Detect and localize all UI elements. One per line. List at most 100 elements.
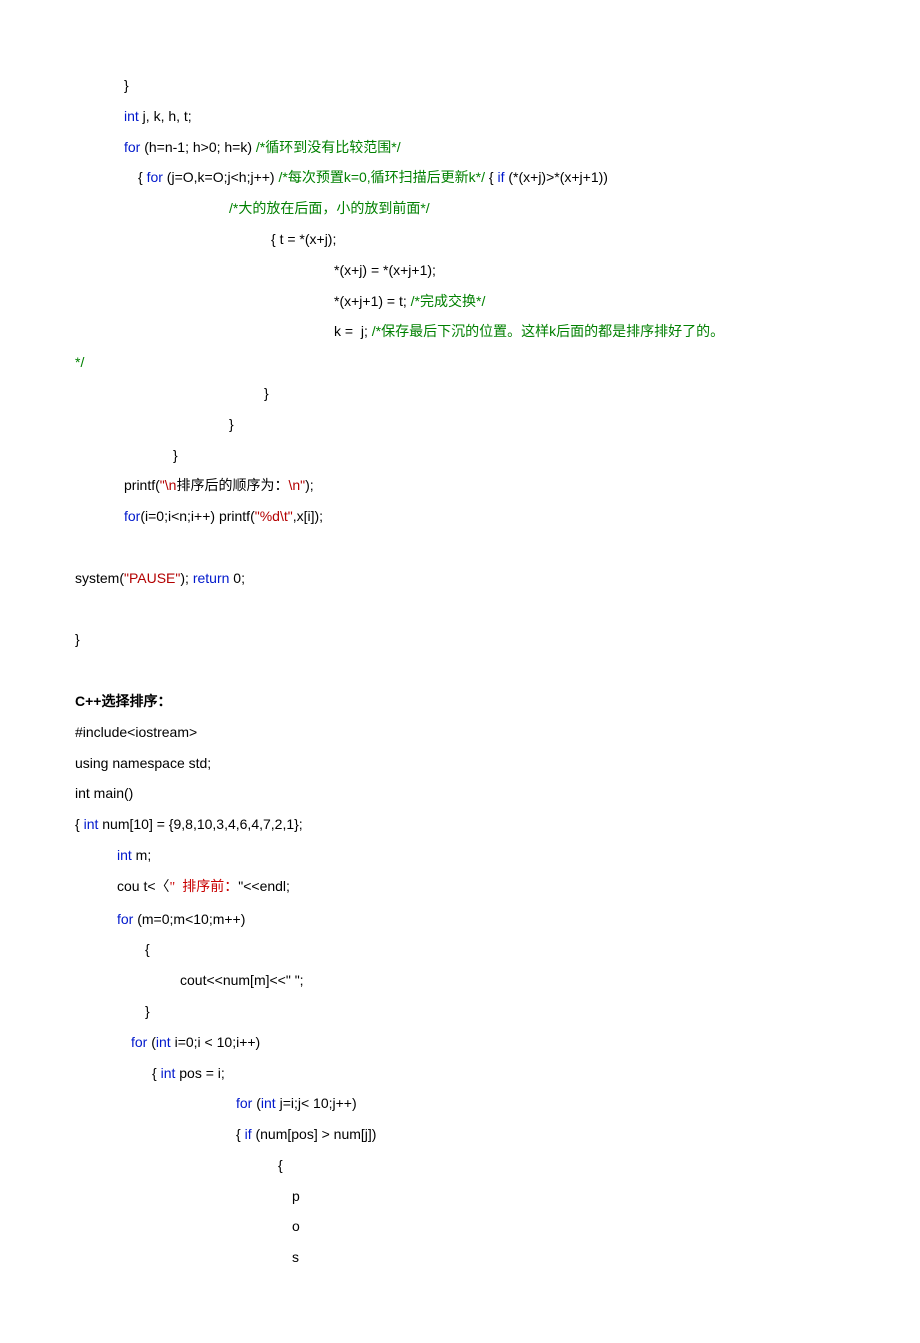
code-token: int bbox=[117, 847, 132, 863]
code-token: p bbox=[292, 1188, 300, 1204]
code-token: for bbox=[131, 1034, 147, 1050]
code-token: { bbox=[236, 1126, 245, 1142]
code-token: { bbox=[278, 1157, 283, 1173]
code-token: "\n bbox=[160, 477, 177, 493]
code-token: 排序后的顺序为： bbox=[176, 477, 288, 493]
code-token: cou t<〈 bbox=[117, 878, 170, 894]
code-token: } bbox=[173, 447, 178, 463]
code-token: #include<iostream> bbox=[75, 724, 197, 740]
code-token: using namespace std; bbox=[75, 755, 211, 771]
code-token: C++选择排序： bbox=[75, 693, 171, 709]
code-token: \n" bbox=[288, 477, 305, 493]
code-line-29: cout<<num[m]<<" "; bbox=[75, 965, 850, 996]
code-line-2: for (h=n-1; h>0; h=k) /*循环到没有比较范围*/ bbox=[75, 132, 850, 163]
code-token: "PAUSE" bbox=[124, 570, 180, 586]
code-token: */ bbox=[75, 354, 84, 370]
code-token: for bbox=[147, 169, 163, 185]
code-token: k = j; bbox=[334, 323, 372, 339]
code-line-23: int main() bbox=[75, 778, 850, 809]
code-token: 0; bbox=[229, 570, 245, 586]
code-token bbox=[75, 662, 79, 678]
code-token: } bbox=[229, 416, 234, 432]
code-token: "%d\t" bbox=[255, 508, 293, 524]
code-token: ); bbox=[180, 570, 192, 586]
code-token: } bbox=[75, 631, 80, 647]
code-token: "<<endl; bbox=[238, 878, 290, 894]
code-line-1: int j, k, h, t; bbox=[75, 101, 850, 132]
code-line-22: using namespace std; bbox=[75, 748, 850, 779]
code-line-31: for (int i=0;i < 10;i++) bbox=[75, 1027, 850, 1058]
code-token: num[10] = {9,8,10,3,4,6,4,7,2,1}; bbox=[98, 816, 302, 832]
code-token: ,x[i]); bbox=[293, 508, 323, 524]
code-line-0: } bbox=[75, 70, 850, 101]
code-line-30: } bbox=[75, 996, 850, 1027]
code-line-21: #include<iostream> bbox=[75, 717, 850, 748]
code-line-25: int m; bbox=[75, 840, 850, 871]
code-token: } bbox=[264, 385, 269, 401]
code-token: int bbox=[124, 108, 139, 124]
code-line-24: { int num[10] = {9,8,10,3,4,6,4,7,2,1}; bbox=[75, 809, 850, 840]
code-line-38: s bbox=[75, 1242, 850, 1273]
code-line-16: system("PAUSE"); return 0; bbox=[75, 563, 850, 594]
code-token: for bbox=[236, 1095, 252, 1111]
code-line-6: *(x+j) = *(x+j+1); bbox=[75, 255, 850, 286]
code-line-4: /*大的放在后面，小的放到前面*/ bbox=[75, 193, 850, 224]
code-token: *(x+j) = *(x+j+1); bbox=[334, 262, 436, 278]
code-token: (num[pos] > num[j]) bbox=[252, 1126, 377, 1142]
code-token: i=0;i < 10;i++) bbox=[171, 1034, 261, 1050]
code-token: j=i;j< 10;j++) bbox=[276, 1095, 357, 1111]
code-token: { t = *(x+j); bbox=[271, 231, 336, 247]
code-line-35: { bbox=[75, 1150, 850, 1181]
code-token: { bbox=[152, 1065, 161, 1081]
code-token: /*大的放在后面，小的放到前面*/ bbox=[229, 200, 430, 216]
code-token: { bbox=[75, 816, 84, 832]
code-token: int bbox=[261, 1095, 276, 1111]
code-line-17 bbox=[75, 594, 850, 625]
code-line-19 bbox=[75, 655, 850, 686]
code-line-27: for (m=0;m<10;m++) bbox=[75, 904, 850, 935]
code-token: printf( bbox=[124, 477, 160, 493]
code-line-15 bbox=[75, 532, 850, 563]
code-token: " 排序前： bbox=[170, 880, 239, 895]
code-token: cout<<num[m]<<" "; bbox=[180, 972, 304, 988]
code-token: m; bbox=[132, 847, 151, 863]
code-line-13: printf("\n排序后的顺序为：\n"); bbox=[75, 470, 850, 501]
code-token: int bbox=[84, 816, 99, 832]
code-token: (h=n-1; h>0; h=k) bbox=[140, 139, 256, 155]
code-token: if bbox=[245, 1126, 252, 1142]
code-token: } bbox=[124, 77, 129, 93]
code-line-8: k = j; /*保存最后下沉的位置。这样k后面的都是排序排好了的。 bbox=[75, 316, 850, 347]
code-line-7: *(x+j+1) = t; /*完成交换*/ bbox=[75, 286, 850, 317]
code-line-36: p bbox=[75, 1181, 850, 1212]
code-token: /*每次预置k=0,循环扫描后更新k*/ bbox=[278, 169, 485, 185]
code-token: int bbox=[161, 1065, 176, 1081]
code-token: pos = i; bbox=[175, 1065, 224, 1081]
code-line-12: } bbox=[75, 440, 850, 471]
code-line-11: } bbox=[75, 409, 850, 440]
code-token: (*(x+j)>*(x+j+1)) bbox=[504, 169, 607, 185]
code-line-32: { int pos = i; bbox=[75, 1058, 850, 1089]
code-token: for bbox=[124, 508, 140, 524]
code-token: for bbox=[124, 139, 140, 155]
code-token: (j=O,k=O;j<h;j++) bbox=[163, 169, 279, 185]
code-token: } bbox=[145, 1003, 150, 1019]
code-line-37: o bbox=[75, 1211, 850, 1242]
code-token: { bbox=[485, 169, 497, 185]
code-line-18: } bbox=[75, 624, 850, 655]
code-token: ( bbox=[147, 1034, 156, 1050]
code-line-5: { t = *(x+j); bbox=[75, 224, 850, 255]
document-page: }int j, k, h, t;for (h=n-1; h>0; h=k) /*… bbox=[0, 0, 920, 1343]
code-token bbox=[75, 539, 79, 555]
code-line-28: { bbox=[75, 934, 850, 965]
code-token: return bbox=[193, 570, 230, 586]
code-token: for bbox=[117, 911, 133, 927]
code-token: { bbox=[145, 941, 150, 957]
code-line-14: for(i=0;i<n;i++) printf("%d\t",x[i]); bbox=[75, 501, 850, 532]
code-token: ); bbox=[305, 477, 314, 493]
code-token: j, k, h, t; bbox=[139, 108, 192, 124]
code-token: o bbox=[292, 1218, 300, 1234]
code-token: (i=0;i<n;i++) printf( bbox=[140, 508, 254, 524]
code-line-3: { for (j=O,k=O;j<h;j++) /*每次预置k=0,循环扫描后更… bbox=[75, 162, 850, 193]
code-line-10: } bbox=[75, 378, 850, 409]
code-token: s bbox=[292, 1249, 299, 1265]
